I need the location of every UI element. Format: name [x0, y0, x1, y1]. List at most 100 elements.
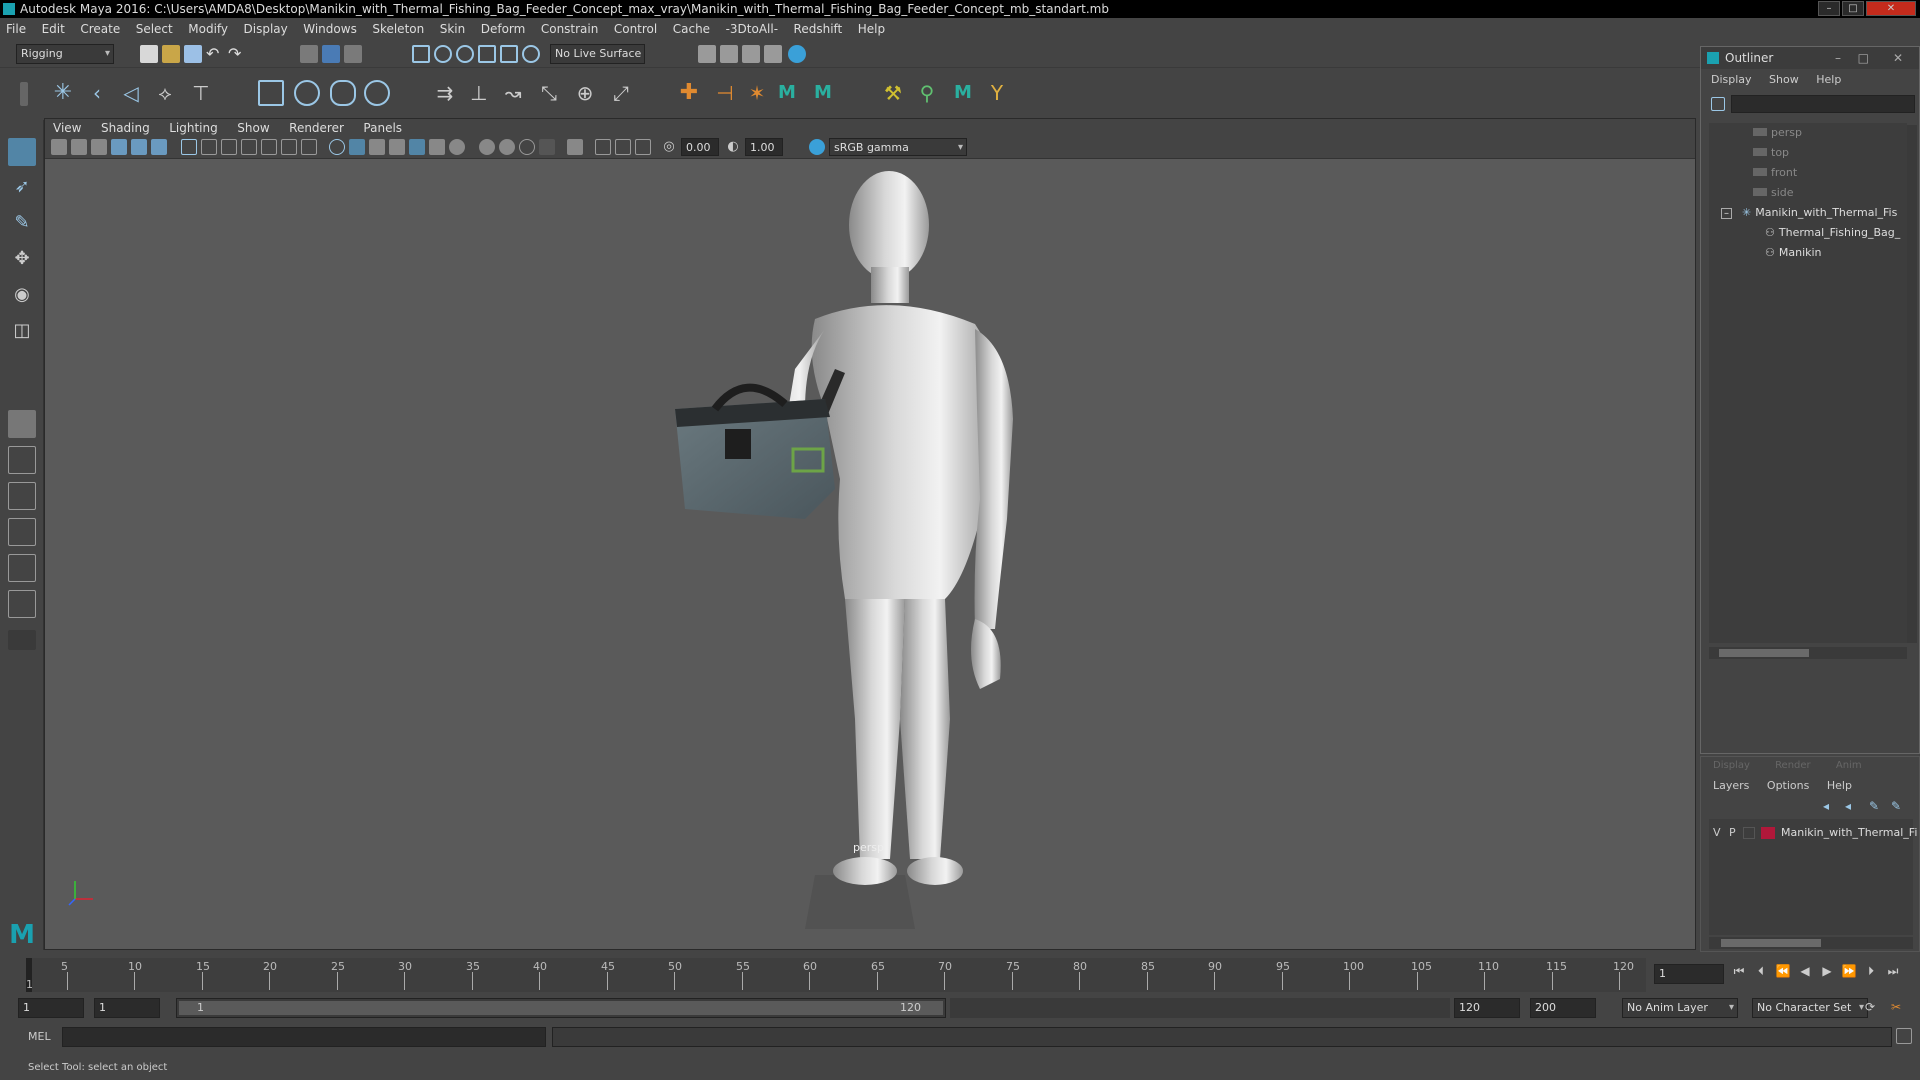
render-settings-icon[interactable] [764, 45, 782, 63]
aim-constraint-icon[interactable]: ⊣ [712, 80, 738, 106]
persp-graph-layout-icon[interactable] [8, 518, 36, 546]
menu-file[interactable]: File [0, 18, 32, 40]
persp-graph-hypergraph-layout-icon[interactable] [8, 554, 36, 582]
cluster-icon[interactable] [294, 80, 320, 106]
exposure-field[interactable]: 0.00 [681, 138, 719, 156]
toolbox-more-icon[interactable] [8, 630, 36, 650]
ik-spline-icon[interactable]: ◁ [118, 80, 144, 106]
open-scene-icon[interactable] [162, 45, 180, 63]
redo-icon[interactable]: ↷ [228, 45, 246, 63]
lasso-tool-icon[interactable]: ➶ [10, 176, 34, 200]
anim-layer-dropdown[interactable]: No Anim Layer [1622, 998, 1738, 1018]
range-slider[interactable]: 1 120 [176, 998, 946, 1018]
menu-constrain[interactable]: Constrain [535, 18, 605, 40]
play-forwards-icon[interactable]: ▶ [1818, 964, 1836, 982]
bind-skin-icon[interactable]: ⇉ [432, 80, 458, 106]
outliner-search-field[interactable] [1731, 95, 1915, 113]
field-chart-icon[interactable] [261, 139, 277, 155]
outliner-maximize-icon[interactable]: □ [1858, 47, 1869, 69]
script-editor-icon[interactable] [1896, 1028, 1912, 1044]
blendshape-icon[interactable]: M [950, 80, 976, 106]
outliner-scroll-thumb[interactable] [1719, 649, 1809, 657]
select-camera-icon[interactable] [51, 139, 67, 155]
viewport-menu-shading[interactable]: Shading [93, 119, 158, 137]
menu-modify[interactable]: Modify [182, 18, 234, 40]
lattice-icon[interactable] [258, 80, 284, 106]
exposure-icon[interactable]: ◎ [661, 139, 677, 155]
paint-select-icon[interactable]: ✎ [10, 212, 34, 236]
menuset-dropdown[interactable]: Rigging [16, 44, 114, 64]
menu-select[interactable]: Select [130, 18, 179, 40]
command-language-label[interactable]: MEL [28, 1030, 51, 1043]
menu-skeleton[interactable]: Skeleton [366, 18, 430, 40]
command-input[interactable] [62, 1027, 546, 1047]
anti-alias-icon[interactable] [595, 139, 611, 155]
layer-menu-help[interactable]: Help [1827, 779, 1852, 792]
menu-display[interactable]: Display [238, 18, 294, 40]
playback-end-field[interactable]: 120 [1454, 998, 1520, 1018]
outliner-minimize-icon[interactable]: – [1835, 47, 1841, 69]
select-object-icon[interactable] [322, 45, 340, 63]
outliner-title-bar[interactable]: Outliner – □ ✕ [1701, 47, 1919, 69]
outliner-vertical-scrollbar[interactable] [1907, 125, 1917, 643]
menu-windows[interactable]: Windows [297, 18, 363, 40]
time-slider[interactable]: 1 5 10 15 20 25 30 35 40 45 50 55 60 65 70 75 80 85 90 95 1… [0, 952, 1920, 996]
point-constraint-icon[interactable]: ✚ [676, 80, 702, 106]
menu-skin[interactable]: Skin [434, 18, 472, 40]
xray-joints-icon[interactable] [499, 139, 515, 155]
move-layer-down-icon[interactable]: ◂ [1845, 799, 1859, 813]
step-forward-key-icon[interactable]: ⏩ [1840, 964, 1858, 982]
persp-outliner-layout-icon[interactable] [8, 482, 36, 510]
layer-menu-layers[interactable]: Layers [1713, 779, 1749, 792]
outliner-menu-show[interactable]: Show [1769, 73, 1799, 86]
select-tool-icon[interactable] [8, 138, 36, 166]
gamma-icon[interactable]: ◐ [725, 139, 741, 155]
snap-curve-icon[interactable] [434, 45, 452, 63]
copy-weights-icon[interactable]: ⊕ [572, 80, 598, 106]
animation-start-field[interactable]: 1 [18, 998, 84, 1018]
safe-action-icon[interactable] [281, 139, 297, 155]
joint-tool-icon[interactable]: ✳ [50, 80, 76, 106]
manikin-model[interactable] [740, 171, 1013, 929]
outliner-horizontal-scrollbar[interactable] [1709, 647, 1907, 659]
menu-3dtoall[interactable]: -3DtoAll- [720, 18, 784, 40]
menu-control[interactable]: Control [608, 18, 663, 40]
move-layer-up-icon[interactable]: ◂ [1823, 799, 1837, 813]
outliner-filter-icon[interactable] [1711, 97, 1725, 111]
snap-view-plane-icon[interactable] [478, 45, 496, 63]
play-backwards-icon[interactable]: ◀ [1796, 964, 1814, 982]
snap-grid-icon[interactable] [412, 45, 430, 63]
render-view-icon[interactable] [698, 45, 716, 63]
menu-edit[interactable]: Edit [36, 18, 71, 40]
view-transform-icon[interactable] [809, 139, 825, 155]
tab-anim[interactable]: Anim [1836, 760, 1862, 771]
render-frame-icon[interactable] [720, 45, 738, 63]
pole-vector-icon[interactable]: ⚒ [880, 80, 906, 106]
tab-display[interactable]: Display [1713, 760, 1750, 771]
motion-blur-icon[interactable] [567, 139, 583, 155]
two-d-pan-zoom-icon[interactable] [131, 139, 147, 155]
outliner-item-group[interactable]: – ✳ Manikin_with_Thermal_Fis [1721, 203, 1897, 223]
mirror-weights-icon[interactable]: ⤡ [536, 80, 562, 106]
snap-live-icon[interactable] [500, 45, 518, 63]
hik-icon[interactable]: ⚲ [914, 80, 940, 106]
outliner-close-icon[interactable]: ✕ [1893, 47, 1903, 69]
scale-tool-icon[interactable]: ◫ [10, 320, 34, 344]
scale-constraint-icon[interactable]: M [774, 80, 800, 106]
wrap-icon[interactable] [330, 80, 356, 106]
shelf-menu-icon[interactable] [20, 82, 28, 106]
current-frame-field[interactable]: 1 [1654, 964, 1724, 984]
layer-playback-toggle[interactable]: P [1729, 823, 1736, 843]
menu-redshift[interactable]: Redshift [788, 18, 849, 40]
menu-cache[interactable]: Cache [667, 18, 716, 40]
outliner-menu-display[interactable]: Display [1711, 73, 1752, 86]
animation-preferences-icon[interactable]: ✂ [1888, 1000, 1904, 1016]
ambient-occlusion-icon[interactable] [449, 139, 465, 155]
layer-horizontal-scrollbar[interactable] [1709, 937, 1913, 949]
xray-icon[interactable] [479, 139, 495, 155]
rotate-tool-icon[interactable]: ◉ [10, 284, 34, 308]
layer-scroll-thumb[interactable] [1721, 939, 1821, 947]
viewport-menu-show[interactable]: Show [229, 119, 277, 137]
menu-help[interactable]: Help [852, 18, 891, 40]
viewport-menu-lighting[interactable]: Lighting [161, 119, 226, 137]
